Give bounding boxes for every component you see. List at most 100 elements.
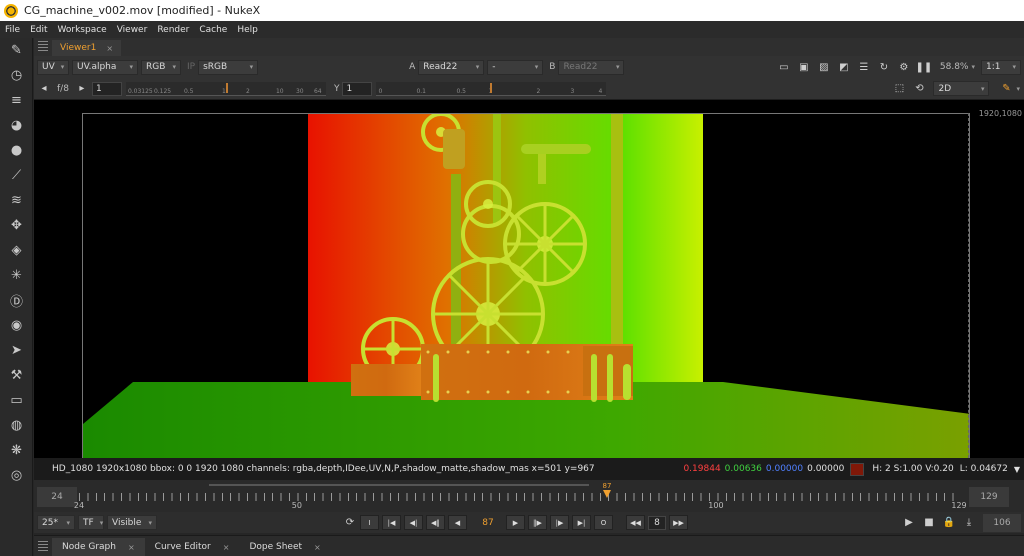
tab-dope-sheet[interactable]: Dope Sheet ×: [239, 538, 330, 556]
step-back-button[interactable]: ◀‖: [426, 515, 445, 530]
skip-back-button[interactable]: ◀◀: [626, 515, 645, 530]
chevron-down-icon[interactable]: ▾: [971, 63, 975, 71]
chevron-down-icon[interactable]: ▾: [1016, 85, 1020, 93]
menu-cache[interactable]: Cache: [194, 25, 232, 35]
frame-increment-input[interactable]: 8: [648, 515, 666, 530]
zebra-icon[interactable]: ▨: [816, 60, 832, 75]
layer-dropdown[interactable]: UV ▾: [37, 59, 69, 75]
current-frame-input[interactable]: 87: [473, 518, 503, 528]
tab-curve-editor[interactable]: Curve Editor ×: [145, 538, 240, 556]
paint-brush-icon[interactable]: ✎: [998, 81, 1014, 96]
fstop-right-icon[interactable]: ▸: [74, 81, 90, 96]
stop-icon[interactable]: ■: [921, 515, 937, 530]
viewer-toolbar-bottom: ◂ f/8 ▸ 1 0.03125 0.125 0.5 1 2 10 30 64…: [34, 78, 1024, 100]
other-icon[interactable]: ▭: [0, 388, 33, 413]
compare-mode-dropdown[interactable]: - ▾: [487, 59, 544, 75]
channel-icon[interactable]: ≡: [0, 88, 33, 113]
tf-dropdown[interactable]: TF ▾: [78, 515, 104, 530]
close-icon[interactable]: ×: [314, 543, 321, 552]
particle-icon[interactable]: ✳: [0, 263, 33, 288]
menu-viewer[interactable]: Viewer: [112, 25, 153, 35]
menu-edit[interactable]: Edit: [25, 25, 52, 35]
deep-icon[interactable]: Ⓓ: [0, 288, 33, 313]
timeline-scroll-range[interactable]: [209, 484, 589, 486]
gain-handle[interactable]: [225, 82, 228, 93]
menu-help[interactable]: Help: [232, 25, 263, 35]
keyer-icon[interactable]: ≋: [0, 188, 33, 213]
gamma-slider[interactable]: 0 0.1 0.5 1 2 3 4: [376, 81, 607, 96]
refresh-icon[interactable]: ↻: [876, 60, 892, 75]
out-frame-box[interactable]: 129: [969, 487, 1009, 507]
step-forward-button[interactable]: ‖▶: [528, 515, 547, 530]
close-icon[interactable]: ×: [223, 543, 230, 552]
fps-dropdown[interactable]: 25* ▾: [37, 515, 75, 530]
close-icon[interactable]: ×: [128, 543, 135, 552]
cara-icon[interactable]: ◎: [0, 463, 33, 488]
tab-grip-icon[interactable]: [38, 41, 48, 53]
b-input-dropdown[interactable]: Read22 ▾: [558, 59, 625, 75]
viewer-canvas[interactable]: 1920,1080: [34, 100, 1024, 458]
lut-dropdown[interactable]: sRGB ▾: [198, 59, 259, 75]
view-mode-dropdown[interactable]: 2D ▾: [933, 81, 990, 96]
timeline[interactable]: 24 24 50 100 129 87 129: [34, 480, 1024, 512]
export-icon[interactable]: ⤓: [961, 515, 977, 530]
loop-icon[interactable]: ⟳: [342, 515, 358, 530]
gain-input[interactable]: 1: [91, 81, 122, 96]
filter-icon[interactable]: ⟋: [0, 163, 33, 188]
gear-icon[interactable]: ⚙: [896, 60, 912, 75]
play-backward-button[interactable]: ◀: [448, 515, 467, 530]
prev-keyframe-button[interactable]: ◀|: [404, 515, 423, 530]
a-input-dropdown[interactable]: Read22 ▾: [418, 59, 485, 75]
menu-workspace[interactable]: Workspace: [53, 25, 112, 35]
clock-icon[interactable]: ◷: [0, 63, 33, 88]
timeline-track[interactable]: 24 50 100 129 87: [74, 482, 967, 510]
in-point-button[interactable]: I: [360, 515, 379, 530]
close-icon[interactable]: ×: [106, 44, 113, 53]
tab-viewer1[interactable]: Viewer1 ×: [52, 40, 122, 56]
views-icon[interactable]: ◉: [0, 313, 33, 338]
pause-icon[interactable]: ❚❚: [916, 60, 933, 75]
fstop-label[interactable]: f/8: [57, 84, 69, 94]
display-channels-dropdown[interactable]: RGB ▾: [141, 59, 181, 75]
end-frame-box[interactable]: 106: [983, 513, 1021, 532]
channel-dropdown[interactable]: UV.alpha ▾: [72, 59, 138, 75]
out-point-button[interactable]: O: [594, 515, 613, 530]
overlay-icon[interactable]: ▣: [796, 60, 812, 75]
roi-icon[interactable]: ▭: [776, 60, 792, 75]
in-frame-box[interactable]: 24: [37, 487, 77, 507]
3d-icon[interactable]: ◈: [0, 238, 33, 263]
playhead[interactable]: [603, 490, 611, 498]
menu-file[interactable]: File: [0, 25, 25, 35]
metadata-icon[interactable]: ➤: [0, 338, 33, 363]
pen-icon[interactable]: ✎: [0, 38, 33, 63]
color-icon[interactable]: ◕: [0, 113, 33, 138]
gain-slider[interactable]: 0.03125 0.125 0.5 1 2 10 30 64: [125, 81, 326, 96]
circle-icon[interactable]: ●: [0, 138, 33, 163]
proxy-ratio-dropdown[interactable]: 1:1 ▾: [981, 59, 1021, 75]
first-frame-button[interactable]: |◀: [382, 515, 401, 530]
gamma-handle[interactable]: [490, 82, 493, 93]
visible-dropdown[interactable]: Visible ▾: [107, 515, 157, 530]
gamma-input[interactable]: 1: [342, 81, 373, 96]
lock-icon[interactable]: 🔒: [941, 515, 957, 530]
menu-render[interactable]: Render: [152, 25, 194, 35]
region-select-icon[interactable]: ⬚: [891, 81, 907, 96]
play-forward-button[interactable]: ▶: [506, 515, 525, 530]
flipbook-icon[interactable]: ▶: [901, 515, 917, 530]
ip-toggle[interactable]: IP: [187, 62, 195, 72]
tab-grip-icon[interactable]: [38, 541, 48, 553]
next-keyframe-button[interactable]: |▶: [550, 515, 569, 530]
fstop-left-icon[interactable]: ◂: [36, 81, 52, 96]
tab-node-graph[interactable]: Node Graph ×: [52, 538, 145, 556]
info-expand-icon[interactable]: ▼: [1014, 465, 1020, 474]
furnace-icon[interactable]: ◍: [0, 413, 33, 438]
zoom-readout[interactable]: 58.8%: [940, 62, 969, 72]
crop-icon[interactable]: ⟲: [911, 81, 927, 96]
wipe-icon[interactable]: ◩: [836, 60, 852, 75]
ofx-icon[interactable]: ❋: [0, 438, 33, 463]
last-frame-button[interactable]: ▶|: [572, 515, 591, 530]
skip-forward-button[interactable]: ▶▶: [669, 515, 688, 530]
transform-icon[interactable]: ✥: [0, 213, 33, 238]
toolset-icon[interactable]: ⚒: [0, 363, 33, 388]
scanline-icon[interactable]: ☰: [856, 60, 872, 75]
